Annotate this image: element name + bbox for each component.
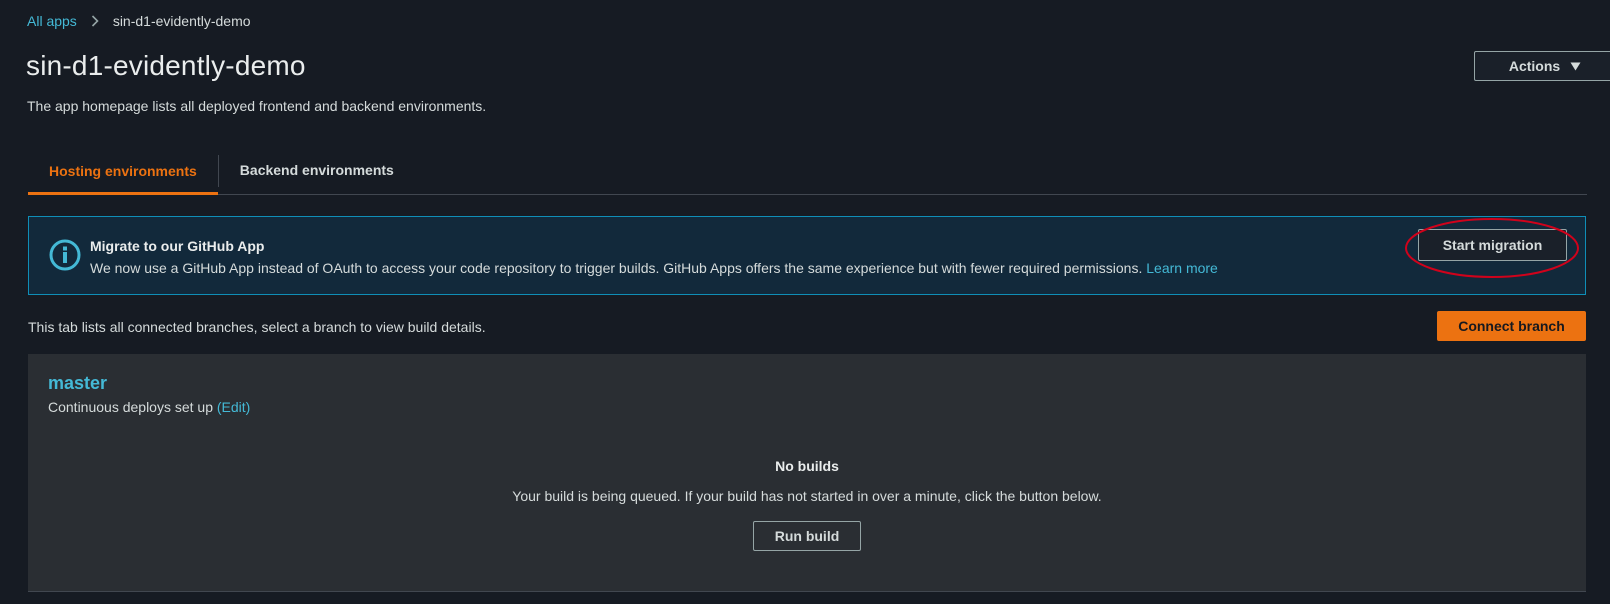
banner-text: We now use a GitHub App instead of OAuth…: [90, 260, 1218, 276]
empty-state-title: No builds: [775, 458, 839, 474]
breadcrumb-all-apps-link[interactable]: All apps: [27, 13, 77, 29]
branches-description: This tab lists all connected branches, s…: [28, 319, 486, 335]
run-build-button[interactable]: Run build: [753, 521, 861, 551]
branch-status: Continuous deploys set up (Edit): [48, 399, 250, 415]
branch-name-link[interactable]: master: [48, 373, 107, 394]
connect-branch-button[interactable]: Connect branch: [1437, 311, 1586, 341]
page-title: sin-d1-evidently-demo: [26, 50, 306, 81]
info-icon: [49, 239, 81, 276]
empty-state-text: Your build is being queued. If your buil…: [512, 488, 1102, 504]
caret-down-icon: [1570, 62, 1581, 71]
learn-more-link[interactable]: Learn more: [1146, 260, 1218, 276]
page-description: The app homepage lists all deployed fron…: [27, 98, 487, 114]
app-page: All apps sin-d1-evidently-demo sin-d1-ev…: [0, 0, 1610, 604]
tab-backend-environments[interactable]: Backend environments: [219, 146, 415, 194]
environment-tabs: Hosting environments Backend environment…: [28, 146, 1587, 195]
edit-link[interactable]: (Edit): [217, 399, 250, 415]
chevron-right-icon: [91, 15, 99, 27]
start-migration-button[interactable]: Start migration: [1418, 229, 1567, 261]
actions-label: Actions: [1508, 58, 1561, 74]
banner-title: Migrate to our GitHub App: [90, 238, 265, 254]
migration-info-banner: Migrate to our GitHub App We now use a G…: [28, 216, 1586, 295]
branch-status-text: Continuous deploys set up: [48, 399, 213, 415]
banner-message: We now use a GitHub App instead of OAuth…: [90, 260, 1143, 276]
tab-hosting-environments[interactable]: Hosting environments: [28, 146, 218, 195]
branch-panel: master Continuous deploys set up (Edit) …: [28, 354, 1586, 592]
actions-dropdown-button[interactable]: Actions: [1474, 51, 1610, 81]
breadcrumb: All apps sin-d1-evidently-demo: [27, 13, 251, 29]
breadcrumb-current: sin-d1-evidently-demo: [112, 13, 251, 29]
